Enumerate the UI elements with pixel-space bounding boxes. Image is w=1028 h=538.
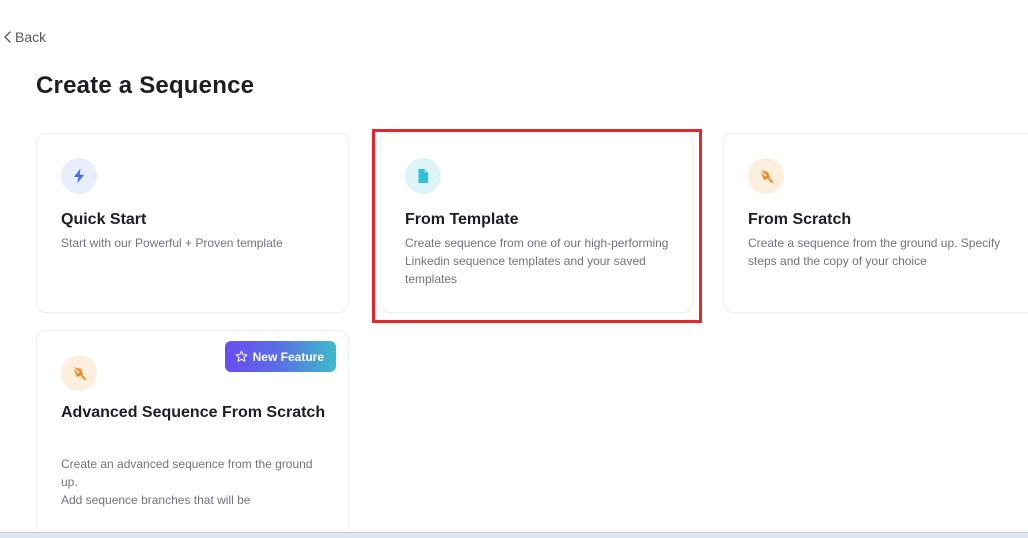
pen-nib-icon <box>748 158 784 194</box>
advanced-sequence-card[interactable]: New Feature Advanced Sequence From Scrat… <box>36 330 349 530</box>
create-sequence-page: Back Create a Sequence Quick Start Start… <box>0 0 1028 538</box>
chevron-left-icon <box>4 31 11 43</box>
from-scratch-card[interactable]: From Scratch Create a sequence from the … <box>723 133 1028 313</box>
card-title: Advanced Sequence From Scratch <box>61 404 326 421</box>
pen-nib-icon <box>61 355 97 391</box>
badge-label: New Feature <box>252 349 324 364</box>
page-title: Create a Sequence <box>36 72 255 99</box>
card-title: Quick Start <box>61 211 147 228</box>
document-icon <box>405 158 441 194</box>
bottom-scrollbar-edge <box>0 532 1028 538</box>
card-description: Start with our Powerful + Proven templat… <box>61 236 283 250</box>
card-description: Create sequence from one of our high-per… <box>405 236 669 286</box>
quick-start-card[interactable]: Quick Start Start with our Powerful + Pr… <box>36 133 349 313</box>
card-title: From Template <box>405 211 519 228</box>
lightning-icon <box>61 158 97 194</box>
card-description: Create an advanced sequence from the gro… <box>61 457 313 507</box>
back-button[interactable]: Back <box>3 29 46 45</box>
star-icon <box>235 350 248 362</box>
card-title: From Scratch <box>748 211 852 228</box>
back-label: Back <box>15 29 47 45</box>
from-template-card[interactable]: From Template Create sequence from one o… <box>380 133 693 313</box>
card-description: Create a sequence from the ground up. Sp… <box>748 236 1001 268</box>
new-feature-badge: New Feature <box>224 341 336 372</box>
